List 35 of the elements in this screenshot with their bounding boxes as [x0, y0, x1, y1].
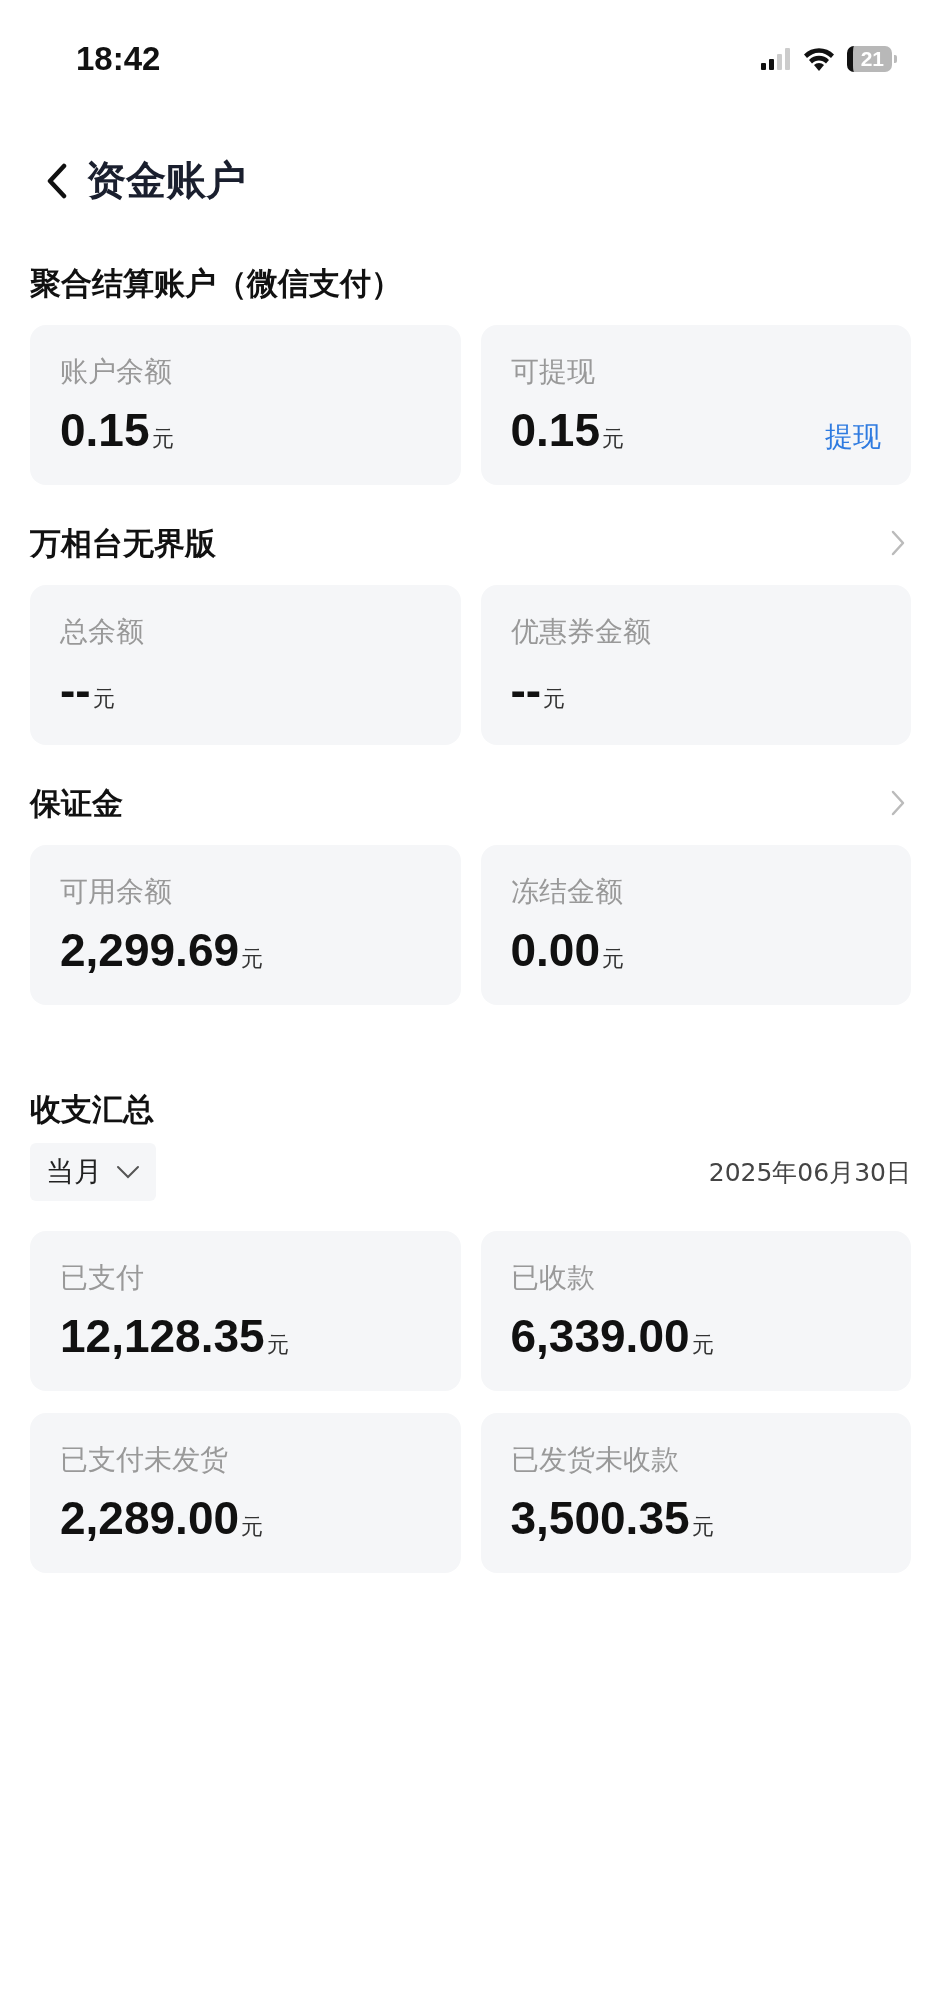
status-time: 18:42	[76, 40, 161, 78]
amount-value: 2,289.00元	[60, 1491, 264, 1545]
caret-icon	[116, 1165, 140, 1179]
withdraw-link[interactable]: 提现	[825, 418, 881, 456]
amount-value: 2,299.69元	[60, 923, 264, 977]
amount-value: 12,128.35元	[60, 1309, 289, 1363]
chevron-icon[interactable]	[891, 790, 905, 816]
card-label: 冻结金额	[510, 874, 624, 910]
card-label: 可用余额	[60, 874, 173, 910]
card-label: 已发货未收款	[510, 1442, 680, 1478]
section-title: 保证金	[30, 784, 123, 823]
amount-value: --元	[510, 663, 566, 717]
signal-icon	[760, 48, 791, 70]
amount-value: 6,339.00 元	[510, 1309, 714, 1363]
card-label: 优惠券金额	[510, 614, 652, 650]
card-label: 已收款	[510, 1260, 596, 1296]
section-title: 收支汇总	[30, 1091, 154, 1127]
card-label: 已支付	[60, 1260, 145, 1296]
chevron-icon[interactable]	[891, 530, 905, 556]
amount-value: 0.15元	[510, 403, 625, 457]
card-label: 总余额	[60, 614, 145, 650]
section-title: 聚合结算账户（微信支付）	[30, 264, 402, 303]
period-dropdown[interactable]: 当月	[30, 1143, 156, 1201]
amount-value: 0.15元	[60, 403, 174, 457]
card-label: 已支付未发货	[60, 1442, 229, 1478]
wifi-icon	[802, 47, 835, 71]
amount-value: 3,500.35元	[510, 1491, 714, 1545]
back-icon[interactable]	[46, 162, 68, 199]
amount-value: 0.00元	[510, 923, 625, 977]
page-title: 资金账户	[86, 156, 246, 205]
card-label: 账户余额	[60, 354, 173, 390]
card-label: 可提现	[510, 354, 596, 390]
date-text: 2025年06月30日	[708, 1156, 911, 1189]
amount-value: --元	[60, 663, 115, 717]
section-title: 万相台无界版	[30, 524, 216, 563]
